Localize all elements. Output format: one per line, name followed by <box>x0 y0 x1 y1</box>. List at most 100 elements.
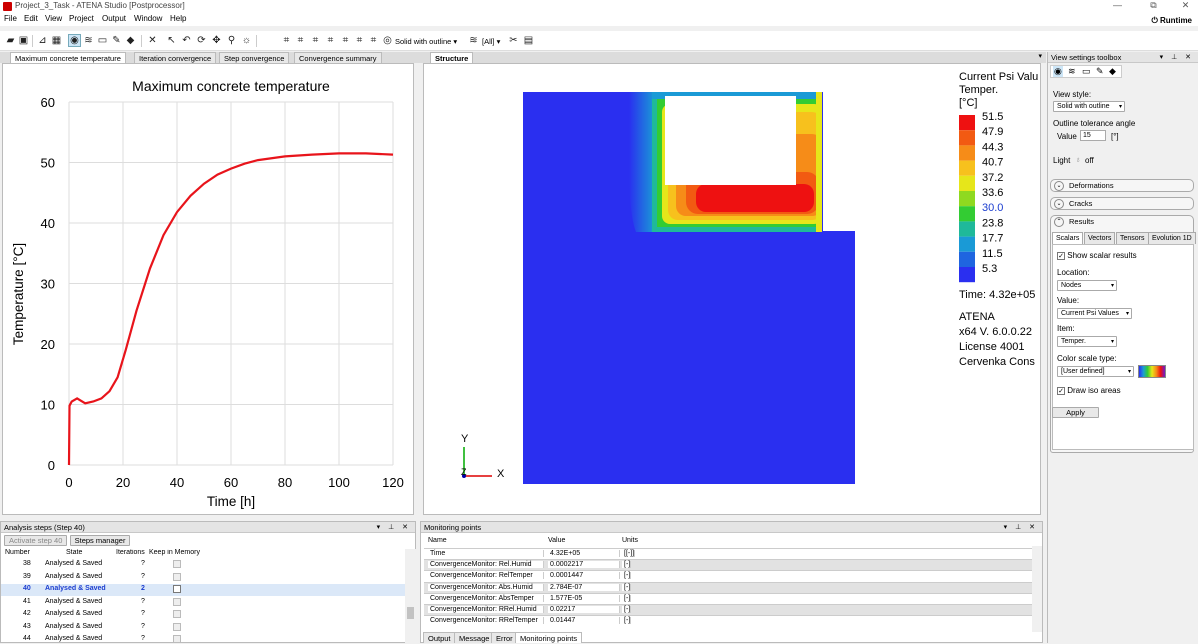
table-row[interactable]: 39 Analysed & Saved? <box>1 572 405 584</box>
table-row[interactable]: Time 4.32E+05 [[-]] <box>424 548 1032 559</box>
tab-dropdown-icon[interactable]: ▾ <box>1038 52 1042 60</box>
open-icon[interactable]: ▰ <box>5 35 16 46</box>
tab-tensors[interactable]: Tensors <box>1116 232 1149 244</box>
table-row[interactable]: 41 Analysed & Saved? <box>1 597 405 609</box>
table-row[interactable]: ConvergenceMonitor: RelTemper 0.0001447 [-… <box>424 570 1032 582</box>
tab-maximum-concrete-temperature[interactable]: Maximum concrete temperature <box>10 52 126 63</box>
edit-icon[interactable]: ✎ <box>111 35 122 46</box>
keep-in-memory-checkbox[interactable] <box>173 572 181 581</box>
keep-in-memory-checkbox[interactable] <box>173 560 181 568</box>
tools-icon[interactable]: ✕ <box>147 35 158 46</box>
toolbox-layers-icon[interactable]: ≋ <box>1068 66 1076 77</box>
monitoring-pin-icon[interactable]: ▾ ⊥ ✕ <box>1004 522 1038 533</box>
undo-icon[interactable]: ↶ <box>181 35 192 46</box>
tab-iteration-convergence[interactable]: Iteration convergence <box>134 52 217 63</box>
keep-in-memory-checkbox[interactable] <box>173 597 181 606</box>
view-style-dropdown[interactable]: Solid with outline ▾ <box>395 37 457 46</box>
menu-output[interactable]: Output <box>102 14 126 23</box>
show-scalar-checkbox[interactable]: ✓ <box>1057 251 1065 260</box>
view-bottom-icon[interactable]: ⌗ <box>354 35 365 46</box>
view-iso-icon[interactable]: ⌗ <box>368 35 379 46</box>
menu-view[interactable]: View <box>45 14 62 23</box>
view-back-icon[interactable]: ⌗ <box>295 35 306 46</box>
item-dropdown[interactable]: Temper. <box>1057 336 1117 347</box>
close-button[interactable]: ✕ <box>1173 0 1198 13</box>
keep-in-memory-checkbox[interactable] <box>173 635 181 643</box>
scrollbar-thumb[interactable] <box>407 607 414 619</box>
table-row[interactable]: 42 Analysed & Saved? <box>1 609 405 621</box>
apply-button[interactable]: Apply <box>1052 407 1099 418</box>
table-row[interactable]: ConvergenceMonitor: RRel.Humid 0.02217 [-] <box>424 604 1032 615</box>
menu-help[interactable]: Help <box>170 14 186 23</box>
toolbox-pin-icon[interactable]: ▾ ⊥ ✕ <box>1160 52 1194 63</box>
tab-structure[interactable]: Structure <box>430 52 474 63</box>
table-row[interactable]: 43 Analysed & Saved? <box>1 622 405 634</box>
mesh-icon[interactable]: ▦ <box>51 35 62 46</box>
toolbox-view-style-dropdown[interactable]: Solid with outline <box>1053 101 1125 112</box>
monitor-icon[interactable]: ▤ <box>523 35 534 46</box>
analysis-scrollbar[interactable] <box>405 549 416 643</box>
toolbox-eye-icon[interactable]: ◉ <box>1053 66 1063 77</box>
tab-message[interactable]: Message <box>454 632 495 643</box>
tab-scalars[interactable]: Scalars <box>1052 232 1084 244</box>
toolbox-shape-icon[interactable]: ◆ <box>1109 66 1116 77</box>
tab-step-convergence[interactable]: Step convergence <box>219 52 290 63</box>
table-row[interactable]: ConvergenceMonitor: Rel.Humid 0.0002217 [-… <box>424 559 1032 571</box>
keep-in-memory-checkbox[interactable] <box>173 610 181 618</box>
color-scale-dropdown[interactable]: [User defined] <box>1057 366 1134 377</box>
menu-file[interactable]: File <box>4 14 17 23</box>
tab-convergence-summary[interactable]: Convergence summary <box>294 52 382 63</box>
view-right-icon[interactable]: ⌗ <box>325 35 336 46</box>
table-row[interactable]: 40 Analysed & Saved 2 <box>1 584 405 596</box>
zoom-icon[interactable]: ⚲ <box>226 35 237 46</box>
view-left-icon[interactable]: ⌗ <box>310 35 321 46</box>
analysis-pin-icon[interactable]: ▾ ⊥ ✕ <box>377 522 411 533</box>
structure-view[interactable]: Y X Z Current Psi Valu Temper. [°C] 51.5… <box>424 64 1040 514</box>
comment-icon[interactable]: ▭ <box>97 35 108 46</box>
tool-icon[interactable]: ✂ <box>508 35 519 46</box>
draw-iso-checkbox[interactable]: ✓ <box>1057 386 1065 395</box>
table-row[interactable]: ConvergenceMonitor: RRelTemper 0.01447 [-] <box>424 615 1032 627</box>
toolbox-edit-icon[interactable]: ✎ <box>1096 66 1104 77</box>
table-row[interactable]: 38 Analysed & Saved? <box>1 559 405 571</box>
tab-evolution-1d[interactable]: Evolution 1D <box>1148 232 1196 244</box>
eye-icon[interactable]: ◉ <box>68 34 81 47</box>
tab-vectors[interactable]: Vectors <box>1084 232 1116 244</box>
location-dropdown[interactable]: Nodes <box>1057 280 1117 291</box>
menu-project[interactable]: Project <box>69 14 94 23</box>
runtime-button[interactable]: ⏻ Runtime <box>1151 16 1192 26</box>
menu-edit[interactable]: Edit <box>24 14 38 23</box>
toolbox-comment-icon[interactable]: ▭ <box>1082 66 1091 77</box>
rotate-icon[interactable]: ⟳ <box>196 35 207 46</box>
tab-error[interactable]: Error <box>491 632 518 643</box>
table-row[interactable]: ConvergenceMonitor: Abs.Humid 2.784E-07 [-… <box>424 581 1032 593</box>
deformations-group[interactable]: ⌄ Deformations <box>1050 179 1194 192</box>
view-top-icon[interactable]: ⌗ <box>340 35 351 46</box>
keep-in-memory-checkbox[interactable] <box>173 622 181 631</box>
pan-icon[interactable]: ✥ <box>211 35 222 46</box>
layers-icon[interactable]: ≋ <box>83 35 94 46</box>
color-scale-preview[interactable] <box>1138 365 1166 378</box>
light-icon[interactable]: ☼ <box>241 35 252 46</box>
maximize-button[interactable]: ⧉ <box>1141 0 1166 13</box>
cracks-group[interactable]: ⌄ Cracks <box>1050 197 1194 210</box>
steps-manager-button[interactable]: Steps manager <box>69 535 131 546</box>
tab-monitoring-points[interactable]: Monitoring points <box>515 632 583 643</box>
monitoring-scrollbar[interactable] <box>1032 546 1042 632</box>
menu-window[interactable]: Window <box>134 14 162 23</box>
tab-output[interactable]: Output <box>423 632 456 643</box>
chevron-up-icon[interactable]: ⌃ <box>1054 217 1064 227</box>
shape-icon[interactable]: ◆ <box>125 35 136 46</box>
activate-step-button[interactable]: Activate step 40 <box>4 535 68 546</box>
table-row[interactable]: ConvergenceMonitor: AbsTemper 1.577E-05 [-… <box>424 592 1032 604</box>
filter-dropdown[interactable]: [All] ▾ <box>482 37 500 46</box>
pointer-icon[interactable]: ↖ <box>166 35 177 46</box>
value-dropdown[interactable]: Current Psi Values <box>1057 308 1132 319</box>
chart-icon[interactable]: ⊿ <box>37 35 48 46</box>
bulb-icon[interactable]: ♁ <box>1075 155 1081 164</box>
view-front-icon[interactable]: ⌗ <box>281 35 292 46</box>
tolerance-value-input[interactable]: 15 <box>1080 130 1106 141</box>
save-icon[interactable]: ▣ <box>18 35 29 46</box>
keep-in-memory-checkbox[interactable] <box>173 585 181 593</box>
minimize-button[interactable]: — <box>1105 0 1130 13</box>
